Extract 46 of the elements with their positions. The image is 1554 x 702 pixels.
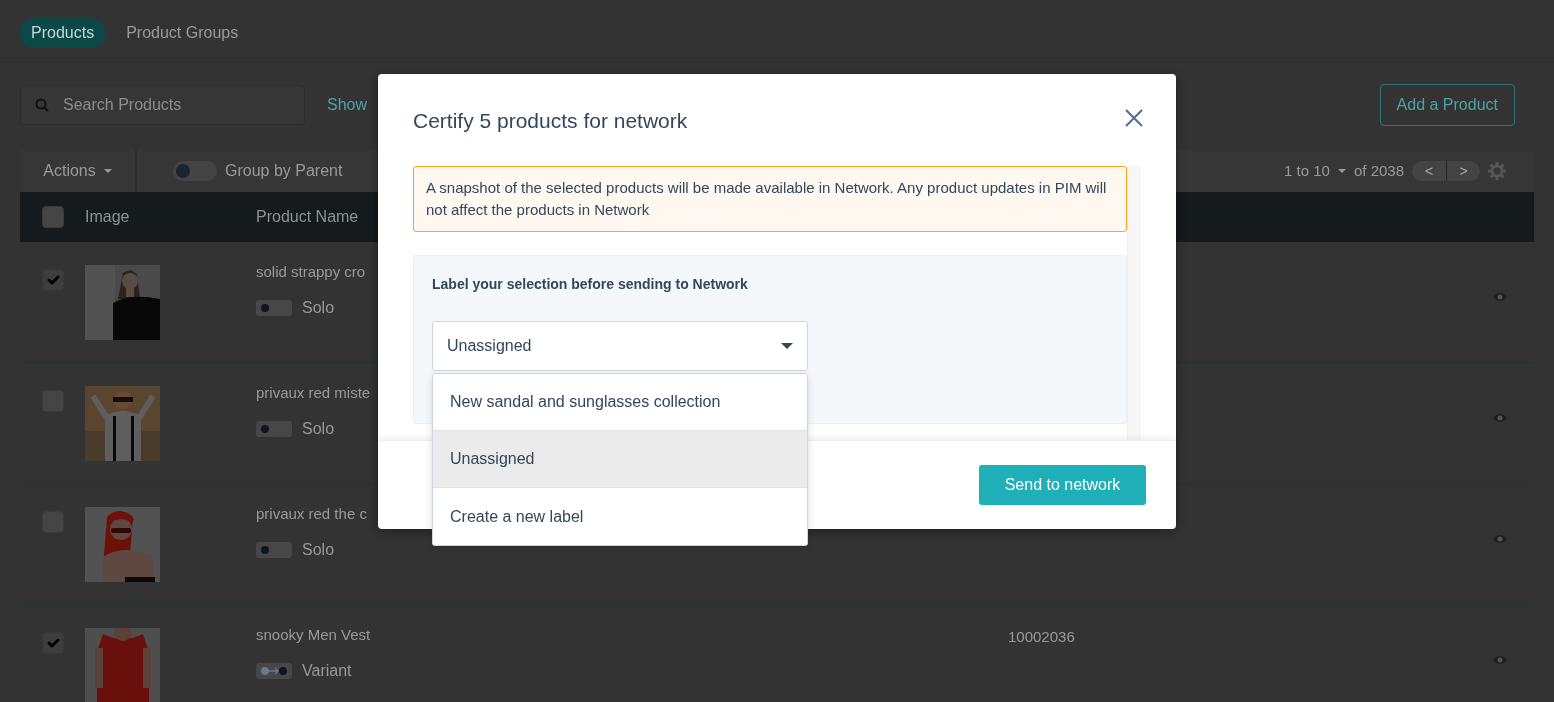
add-product-button[interactable]: Add a Product xyxy=(1379,84,1515,126)
column-header: Product Name xyxy=(256,208,359,225)
solo-icon xyxy=(256,541,292,558)
toggle-label: Group by Parent xyxy=(225,161,343,181)
toggle-switch[interactable] xyxy=(173,161,217,181)
total-count: of 2038 xyxy=(1353,160,1404,181)
product-name: solid strappy cro xyxy=(256,262,366,282)
send-to-network-button[interactable]: Send to network xyxy=(979,465,1146,505)
next-page-button[interactable]: > xyxy=(1446,161,1480,181)
product-type: Solo xyxy=(302,418,335,439)
solo-icon xyxy=(256,299,292,316)
search-icon xyxy=(35,98,49,112)
product-name: snooky Men Vest xyxy=(256,625,371,645)
product-type: Variant xyxy=(302,660,352,681)
caret-icon xyxy=(781,343,793,349)
dropdown-option[interactable]: Unassigned xyxy=(433,431,807,488)
product-name: privaux red the c xyxy=(256,504,367,524)
dropdown-option[interactable]: Create a new label xyxy=(433,488,807,545)
previous-page-button[interactable]: < xyxy=(1412,161,1446,181)
caret-icon xyxy=(103,169,112,173)
sku-number: 10002036 xyxy=(1008,628,1075,645)
solo-icon xyxy=(256,420,292,437)
close-icon xyxy=(1124,108,1144,129)
page-size-dropdown[interactable]: 1 to 10 xyxy=(1284,159,1346,183)
label-dropdown[interactable]: Unassigned xyxy=(432,321,808,371)
checkbox[interactable] xyxy=(42,206,64,228)
variant-icon xyxy=(256,662,292,679)
column-header: Image xyxy=(85,208,130,225)
tab[interactable]: Product Groups xyxy=(115,18,250,48)
dropdown-option[interactable]: New sandal and sunglasses collection xyxy=(433,374,807,431)
settings-icon[interactable] xyxy=(1488,162,1506,180)
close-button[interactable] xyxy=(1124,106,1144,126)
field-label: Label your selection before sending to Network xyxy=(432,275,749,294)
product-type: Solo xyxy=(302,539,335,560)
eye-icon[interactable] xyxy=(1492,291,1508,303)
product-name: privaux red miste xyxy=(256,383,371,403)
eye-icon[interactable] xyxy=(1492,654,1508,666)
product-type: Solo xyxy=(302,297,335,318)
warning-message: A snapshot of the selected products will be made available in Network. Any product updates in PIM will not affect the products in Network xyxy=(413,166,1127,232)
caret-icon xyxy=(1337,169,1346,173)
tab[interactable]: Products xyxy=(20,18,106,48)
eye-icon[interactable] xyxy=(1492,412,1508,424)
dialog-title: Certify 5 products for network xyxy=(413,108,688,134)
search-field[interactable]: Search Products xyxy=(20,85,305,125)
eye-icon[interactable] xyxy=(1492,533,1508,545)
link[interactable]: Show xyxy=(327,93,368,117)
